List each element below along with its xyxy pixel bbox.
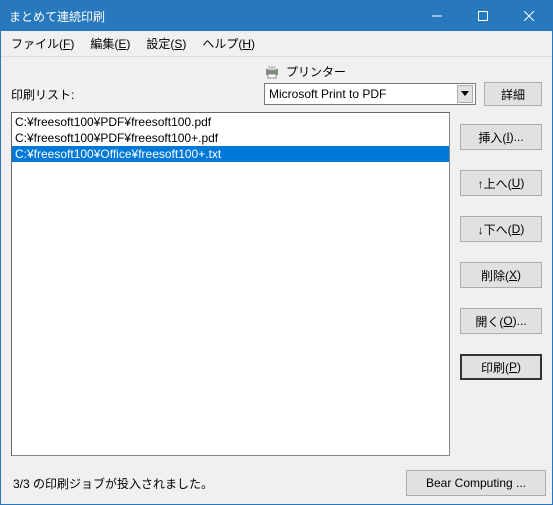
status-row: 3/3 の印刷ジョブが投入されました。 Bear Computing ... bbox=[1, 462, 552, 504]
window: まとめて連続印刷 ファイル(F) 編集(E) 設定(S) ヘルプ(H) 印刷リス… bbox=[0, 0, 553, 505]
print-list[interactable]: C:¥freesoft100¥PDF¥freesoft100.pdfC:¥fre… bbox=[11, 112, 450, 456]
menu-help[interactable]: ヘルプ(H) bbox=[196, 33, 261, 54]
printer-icon bbox=[264, 65, 280, 79]
top-row: 印刷リスト: プリンター Microsoft Print to PDF bbox=[11, 63, 542, 106]
up-button[interactable]: ↑上へ(U) bbox=[460, 170, 542, 196]
side-buttons: 挿入(I)... ↑上へ(U) ↓下へ(D) 削除(X) 開く(O)... 印刷… bbox=[460, 112, 542, 456]
delete-button[interactable]: 削除(X) bbox=[460, 262, 542, 288]
bear-computing-button[interactable]: Bear Computing ... bbox=[406, 470, 546, 496]
list-item[interactable]: C:¥freesoft100¥PDF¥freesoft100.pdf bbox=[12, 114, 449, 130]
list-item[interactable]: C:¥freesoft100¥PDF¥freesoft100+.pdf bbox=[12, 130, 449, 146]
menu-edit[interactable]: 編集(E) bbox=[84, 33, 136, 54]
printer-label: プリンター bbox=[286, 63, 346, 80]
down-button[interactable]: ↓下へ(D) bbox=[460, 216, 542, 242]
window-title: まとめて連続印刷 bbox=[9, 8, 414, 25]
print-list-label: 印刷リスト: bbox=[11, 86, 256, 106]
detail-button[interactable]: 詳細 bbox=[484, 82, 542, 106]
status-text: 3/3 の印刷ジョブが投入されました。 bbox=[13, 475, 396, 492]
list-item[interactable]: C:¥freesoft100¥Office¥freesoft100+.txt bbox=[12, 146, 449, 162]
printer-area: プリンター Microsoft Print to PDF 詳細 bbox=[264, 63, 542, 106]
content-area: 印刷リスト: プリンター Microsoft Print to PDF bbox=[1, 57, 552, 462]
minimize-button[interactable] bbox=[414, 1, 460, 31]
main-row: C:¥freesoft100¥PDF¥freesoft100.pdfC:¥fre… bbox=[11, 112, 542, 456]
chevron-down-icon bbox=[457, 85, 473, 103]
open-button[interactable]: 開く(O)... bbox=[460, 308, 542, 334]
printer-selected: Microsoft Print to PDF bbox=[269, 87, 457, 101]
insert-button[interactable]: 挿入(I)... bbox=[460, 124, 542, 150]
printer-combobox[interactable]: Microsoft Print to PDF bbox=[264, 83, 476, 105]
close-button[interactable] bbox=[506, 1, 552, 31]
menu-settings[interactable]: 設定(S) bbox=[140, 33, 192, 54]
menu-file[interactable]: ファイル(F) bbox=[5, 33, 80, 54]
print-button[interactable]: 印刷(P) bbox=[460, 354, 542, 380]
maximize-button[interactable] bbox=[460, 1, 506, 31]
menubar: ファイル(F) 編集(E) 設定(S) ヘルプ(H) bbox=[1, 31, 552, 57]
titlebar: まとめて連続印刷 bbox=[1, 1, 552, 31]
